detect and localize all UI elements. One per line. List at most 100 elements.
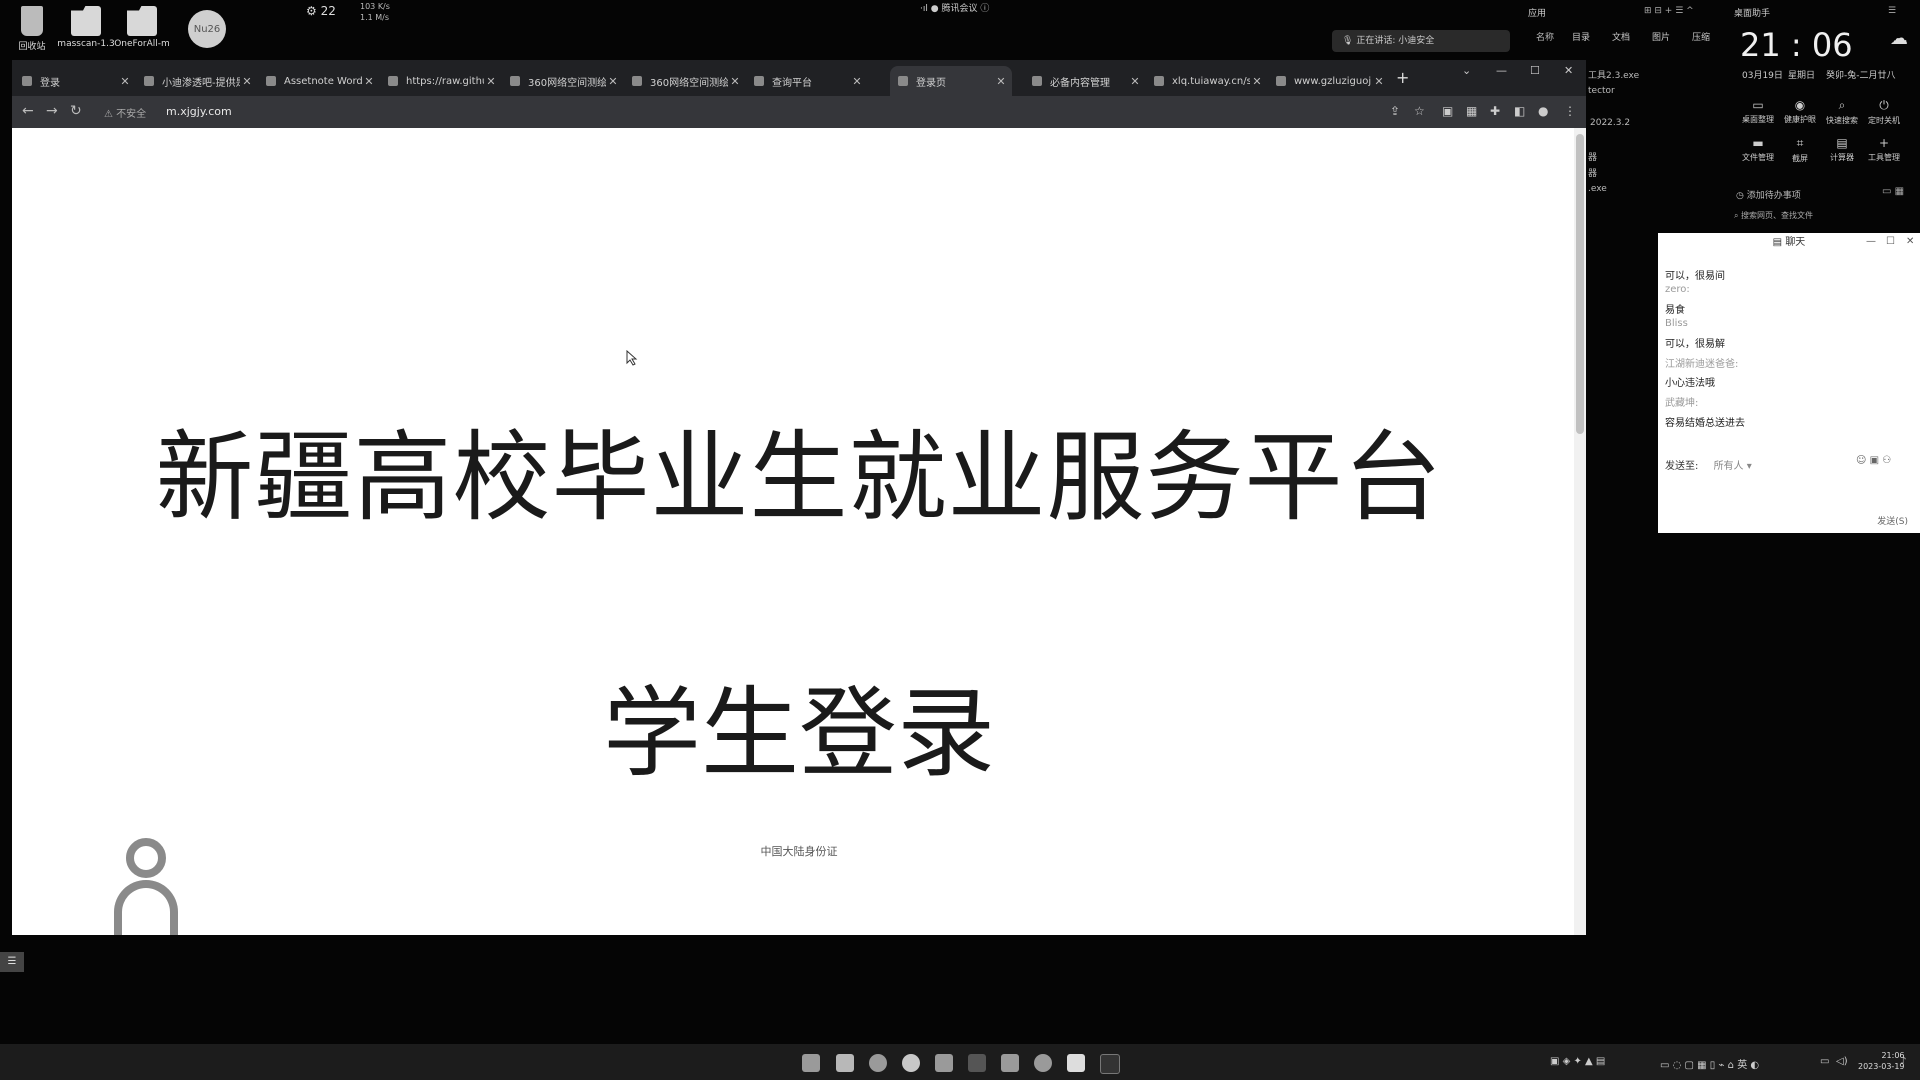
chrome-icon[interactable] <box>902 1054 920 1072</box>
share-icon[interactable]: ⇪ <box>1390 104 1400 118</box>
oneforall-desktop-icon[interactable]: OneForAll-m <box>110 6 174 49</box>
meeting-indicator[interactable]: ·ıl ● 腾讯会议 ⓘ <box>920 1 989 14</box>
masscan-desktop-icon[interactable]: masscan-1.3 <box>54 6 118 49</box>
add-todo[interactable]: ◷ 添加待办事项 <box>1736 188 1801 201</box>
widget-menu-icon[interactable]: ☰ <box>1888 6 1896 16</box>
start-button[interactable] <box>802 1054 820 1072</box>
url-field[interactable]: m.xjgjy.com <box>166 105 232 118</box>
tab-login-page[interactable]: 登录页 ✕ <box>890 66 1012 96</box>
tool-calculator[interactable]: ▤ 计算器 <box>1820 136 1864 163</box>
category-archives[interactable]: 压缩 <box>1692 30 1710 43</box>
id-card-link[interactable]: 中国大陆身份证 <box>12 843 1586 859</box>
sidebar-icon[interactable]: ◧ <box>1514 104 1525 118</box>
chat-maximize-button[interactable]: ☐ <box>1886 236 1895 247</box>
todo-options[interactable]: ▭ ▦ <box>1882 186 1904 197</box>
security-indicator[interactable]: ⚠ 不安全 <box>104 105 146 120</box>
app-icon[interactable] <box>968 1054 986 1072</box>
network-icon[interactable]: ▭ <box>1820 1056 1829 1067</box>
maximize-button[interactable]: ☐ <box>1530 64 1540 77</box>
close-icon[interactable]: ✕ <box>994 75 1008 88</box>
chat-minimize-button[interactable]: — <box>1866 236 1876 247</box>
weather-widget[interactable]: ⚙ 22 <box>306 4 336 18</box>
close-icon[interactable]: ✕ <box>240 75 254 88</box>
scrollbar-thumb[interactable] <box>1576 134 1584 434</box>
tab-favicon-icon <box>22 76 32 86</box>
avatar[interactable]: Nu26 <box>188 10 226 48</box>
tab-content-mgmt[interactable]: 必备内容管理 ✕ <box>1024 66 1146 96</box>
category-directory[interactable]: 目录 <box>1572 30 1590 43</box>
user-icon[interactable] <box>112 836 182 935</box>
tray-icons[interactable]: ▣ ◈ ✦ ▲ ▤ <box>1550 1056 1605 1067</box>
edge-icon[interactable] <box>869 1054 887 1072</box>
app-icon[interactable] <box>1034 1054 1052 1072</box>
category-images[interactable]: 图片 <box>1652 30 1670 43</box>
reload-button[interactable]: ↻ <box>70 103 82 119</box>
desktop-assistant-label[interactable]: 桌面助手 <box>1734 6 1770 19</box>
app-icon[interactable] <box>935 1054 953 1072</box>
tab-tuiaway[interactable]: xlq.tuiaway.cn/sy ✕ <box>1146 66 1268 96</box>
tab-login[interactable]: 登录 ✕ <box>14 66 136 96</box>
tab-query-platform[interactable]: 查询平台 ✕ <box>746 66 868 96</box>
new-tab-button[interactable]: + <box>1396 68 1409 87</box>
apps-label[interactable]: 应用 <box>1528 9 1546 19</box>
close-icon[interactable]: ✕ <box>118 75 132 88</box>
profile-icon[interactable]: ● <box>1538 104 1548 118</box>
background-text: tector <box>1588 86 1615 96</box>
tab-360-quake-1[interactable]: 360网络空间测绘 ✕ <box>502 66 624 96</box>
tab-gzluziguoji[interactable]: www.gzluziguoji ✕ <box>1268 66 1390 96</box>
tab-search-button[interactable]: ⌄ <box>1462 64 1471 77</box>
puzzle-icon[interactable]: ✚ <box>1490 104 1500 118</box>
close-icon[interactable]: ✕ <box>1372 75 1386 88</box>
close-icon[interactable]: ✕ <box>728 75 742 88</box>
tool-desktop-organize[interactable]: ▭ 桌面整理 <box>1736 98 1780 125</box>
widget-clock: 21 : 06 <box>1740 26 1853 64</box>
category-name[interactable]: 名称 <box>1536 30 1554 43</box>
back-button[interactable]: ← <box>22 103 34 119</box>
taskbar-clock[interactable]: 21:06 2023-03-19 <box>1858 1050 1905 1072</box>
tab-github-raw[interactable]: https://raw.githu ✕ <box>380 66 502 96</box>
minimize-button[interactable]: — <box>1496 64 1507 77</box>
close-icon[interactable]: ✕ <box>1128 75 1142 88</box>
app-icon[interactable] <box>1067 1054 1085 1072</box>
tool-screenshot[interactable]: ⌗ 截屏 <box>1778 136 1822 164</box>
tool-manager[interactable]: + 工具管理 <box>1862 136 1906 163</box>
app-icon[interactable] <box>1001 1054 1019 1072</box>
terminal-icon[interactable] <box>1100 1054 1120 1074</box>
extension-icon[interactable]: ▦ <box>1466 104 1477 118</box>
chat-close-button[interactable]: ✕ <box>1906 236 1914 247</box>
tab-xiaodi[interactable]: 小迪渗透吧-提供是 ✕ <box>136 66 258 96</box>
page-viewport: 新疆高校毕业生就业服务平台 学生登录 中国大陆身份证 <box>12 128 1586 935</box>
menu-icon[interactable]: ⋮ <box>1564 104 1576 118</box>
category-documents[interactable]: 文档 <box>1612 30 1630 43</box>
chat-title-bar[interactable]: ▤ 聊天 <box>1658 233 1920 253</box>
close-window-button[interactable]: ✕ <box>1564 64 1573 77</box>
tab-assetnote[interactable]: Assetnote Wordli ✕ <box>258 66 380 96</box>
tab-360-quake-2[interactable]: 360网络空间测绘 ✕ <box>624 66 746 96</box>
notification-icon[interactable]: ♪ <box>1900 1056 1906 1067</box>
file-explorer-icon[interactable] <box>836 1054 854 1072</box>
tool-file-manager[interactable]: ▬ 文件管理 <box>1736 136 1780 163</box>
side-panel-toggle[interactable]: ☰ <box>0 952 24 972</box>
send-button[interactable]: 发送(S) <box>1877 514 1908 527</box>
widget-controls[interactable]: ⊞ ⊟ + ☰ ^ <box>1644 6 1694 16</box>
tray-icons[interactable]: ▭ ◌ ▢ ▦ ▯ ⌁ ⌂ 英 ◐ <box>1660 1056 1759 1071</box>
scrollbar[interactable] <box>1574 128 1586 935</box>
chat-input[interactable] <box>1658 473 1920 509</box>
extension-icon[interactable]: ▣ <box>1442 104 1453 118</box>
close-icon[interactable]: ✕ <box>1250 75 1264 88</box>
forward-button[interactable]: → <box>46 103 58 119</box>
volume-icon[interactable]: ◁) <box>1836 1056 1848 1067</box>
warning-icon: ⚠ <box>104 109 113 120</box>
close-icon[interactable]: ✕ <box>484 75 498 88</box>
chat-tools[interactable]: ☺ ▣ ⚇ <box>1856 455 1891 466</box>
tool-timed-shutdown[interactable]: ⏻ 定时关机 <box>1862 98 1906 126</box>
close-icon[interactable]: ✕ <box>606 75 620 88</box>
bookmark-star-icon[interactable]: ☆ <box>1414 104 1425 118</box>
close-icon[interactable]: ✕ <box>850 75 864 88</box>
widget-search-input[interactable]: ⌕ 搜索网页、查找文件 <box>1734 210 1914 226</box>
send-to-select[interactable]: 所有人 <box>1714 461 1744 472</box>
tool-quick-search[interactable]: ⌕ 快速搜索 <box>1820 98 1864 126</box>
close-icon[interactable]: ✕ <box>362 75 376 88</box>
chat-message: 可以，很易解 <box>1665 339 1725 350</box>
tool-eye-care[interactable]: ◉ 健康护眼 <box>1778 98 1822 125</box>
